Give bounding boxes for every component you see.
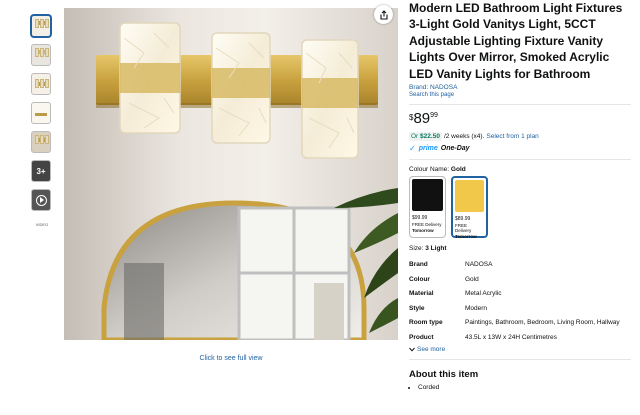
spec-value: Gold xyxy=(465,275,479,283)
about-bullets: Corded xyxy=(409,384,631,391)
spec-row: Brand NADOSA xyxy=(409,260,631,269)
swatch-delivery-when: Tomorrow xyxy=(455,234,477,240)
video-label: VIDEO xyxy=(35,222,49,227)
size-label: Size: xyxy=(409,245,424,253)
prime-check-icon: ✓ xyxy=(409,144,416,154)
swatch-delivery: FREE Delivery xyxy=(412,222,442,228)
swatch-gold[interactable]: $89.99 FREE Delivery Tomorrow xyxy=(451,176,488,240)
thumbnail-strip: 3+ xyxy=(31,15,53,218)
brand-link[interactable]: Brand: NADOSA xyxy=(409,84,631,91)
spec-value: 43.5L x 13W x 24H Centimetres xyxy=(465,333,557,341)
see-more-link[interactable]: See more xyxy=(409,346,631,353)
spec-value: Paintings, Bathroom, Bedroom, Living Roo… xyxy=(465,319,620,327)
thumbnail-1[interactable] xyxy=(31,15,51,37)
thumbnail-more[interactable]: 3+ xyxy=(31,160,51,182)
about-bullet: Corded xyxy=(418,384,631,391)
colour-name: Colour Name: Gold xyxy=(409,166,631,173)
swatch-delivery-when: Tomorrow xyxy=(412,228,434,234)
product-title: Modern LED Bathroom Light Fixtures 3-Lig… xyxy=(409,1,623,81)
spec-key: Material xyxy=(409,290,434,298)
swatch-price: $99.99 xyxy=(412,215,428,222)
chevron-down-icon xyxy=(409,347,415,352)
spec-row: Product 43.5L x 13W x 24H Centimetres xyxy=(409,333,631,342)
share-icon xyxy=(379,9,388,20)
installment-amount: $22.50 xyxy=(420,133,440,141)
spec-value: NADOSA xyxy=(465,261,493,269)
installment-plan-link[interactable]: Select from 1 plan xyxy=(486,133,538,140)
swatch-black[interactable]: $99.99 FREE Delivery Tomorrow xyxy=(409,176,446,239)
share-button[interactable] xyxy=(374,5,393,24)
spec-key: Brand xyxy=(409,261,428,269)
divider xyxy=(409,159,631,161)
play-icon xyxy=(35,194,47,206)
product-photo xyxy=(64,8,398,340)
spec-key: Colour xyxy=(409,275,430,283)
swatch-gold-image xyxy=(455,180,484,213)
thumbnail-3[interactable] xyxy=(31,73,51,95)
prime-word: prime xyxy=(418,145,438,153)
price-whole: 89 xyxy=(413,110,431,128)
spec-key: Room type xyxy=(409,319,443,327)
spec-row: Style Modern xyxy=(409,304,631,313)
thumbnail-5[interactable] xyxy=(31,131,51,153)
spec-row: Colour Gold xyxy=(409,275,631,284)
search-page-link[interactable]: Search this page xyxy=(409,92,631,98)
spec-key: Style xyxy=(409,304,425,312)
installment-amount-box: Or $22.50 xyxy=(409,132,442,142)
about-heading: About this item xyxy=(409,369,479,381)
swatch-black-image xyxy=(412,179,443,212)
spec-row: Material Metal Acrylic xyxy=(409,289,631,298)
divider xyxy=(409,359,631,361)
see-more-label: See more xyxy=(417,346,446,354)
size-value: 3 Light xyxy=(425,245,447,253)
swatch-price: $89.99 xyxy=(455,216,471,223)
installment-terms: /2 weeks (x4). xyxy=(443,133,485,141)
price-fraction: 99 xyxy=(430,112,438,120)
thumbnail-4[interactable] xyxy=(31,102,51,124)
divider xyxy=(409,104,631,106)
size: Size: 3 Light xyxy=(409,245,631,252)
full-view-link[interactable]: Click to see full view xyxy=(64,355,398,362)
colour-name-value: Gold xyxy=(450,166,466,174)
colour-swatches: $99.99 FREE Delivery Tomorrow $89.99 FRE… xyxy=(409,176,631,240)
product-details: Modern LED Bathroom Light Fixtures 3-Lig… xyxy=(409,0,631,391)
spec-value: Metal Acrylic xyxy=(465,290,502,298)
thumbnail-2[interactable] xyxy=(31,44,51,66)
prime-badge: ✓ prime One-Day xyxy=(409,144,631,153)
spec-key: Product xyxy=(409,333,434,341)
main-product-image[interactable] xyxy=(64,8,398,340)
spec-value: Modern xyxy=(465,304,488,312)
swatch-delivery: FREE Delivery xyxy=(455,223,472,234)
colour-name-label: Colour Name: xyxy=(409,166,450,174)
thumbnail-video[interactable] xyxy=(31,189,51,211)
installment-offer: Or $22.50 /2 weeks (x4). Select from 1 p… xyxy=(409,132,631,142)
installment-or: Or xyxy=(411,133,419,141)
more-count: 3+ xyxy=(36,166,46,176)
price: $ 89 99 xyxy=(409,111,631,126)
spec-table: Brand NADOSA Colour Gold Material Metal … xyxy=(409,260,631,342)
spec-row: Room type Paintings, Bathroom, Bedroom, … xyxy=(409,318,631,327)
prime-one-day: One-Day xyxy=(440,145,470,153)
